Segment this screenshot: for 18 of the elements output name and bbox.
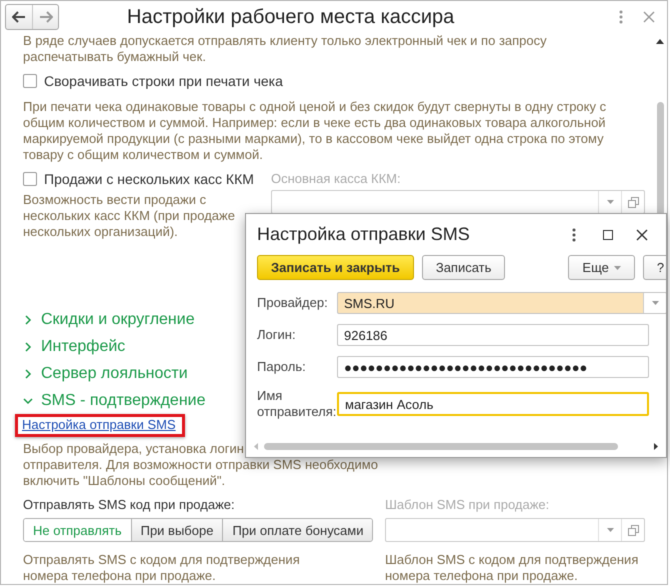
field-label: Шаблон SMS при продаже: (385, 497, 550, 512)
field-label: Пароль: (257, 359, 307, 375)
field-label: Имя отправителя: (257, 388, 337, 420)
description-text: Шаблон SMS с кодом для подтверждения номера телефона при продаже. (385, 552, 640, 584)
field-label: Основная касса ККМ: (271, 171, 402, 186)
description-text: При печати чека одинаковые товары с одной ценой и без скидок будут свернуты в одну строку с общим количеством и суммой. Например: если в чеке есть два одинаковых товара алкогольной маркируемой продукции (с разными марками), то в кассовом чеке выйдет одна строка по этому товару с общим количеством и суммой. (23, 99, 608, 163)
window-title: Настройки рабочего места кассира (127, 6, 456, 28)
description-text: В ряде случаев допускается отправлять клиенту только электронный чек и по запросу (23, 33, 548, 49)
dialog-title: Настройка отправки SMS (257, 224, 471, 245)
field-label: Провайдер: (257, 295, 329, 311)
field-label: Логин: (257, 327, 297, 343)
description-text: Возможность вести продажи с нескольких касс ККМ (при продаже нескольких организаций). (23, 192, 236, 240)
description-text: Выбор провайдера, установка логин (23, 441, 244, 457)
description-text: включить "Шаблоны сообщений". (23, 473, 226, 489)
description-text: отправителя. Для возможности отправки SMS необходимо (23, 457, 378, 473)
description-text: распечатывать бумажный чек. (23, 49, 207, 65)
description-text: Отправлять SMS с кодом для подтверждения номера телефона при продаже. (23, 552, 301, 584)
field-label: Отправлять SMS код при продаже: (23, 497, 236, 512)
